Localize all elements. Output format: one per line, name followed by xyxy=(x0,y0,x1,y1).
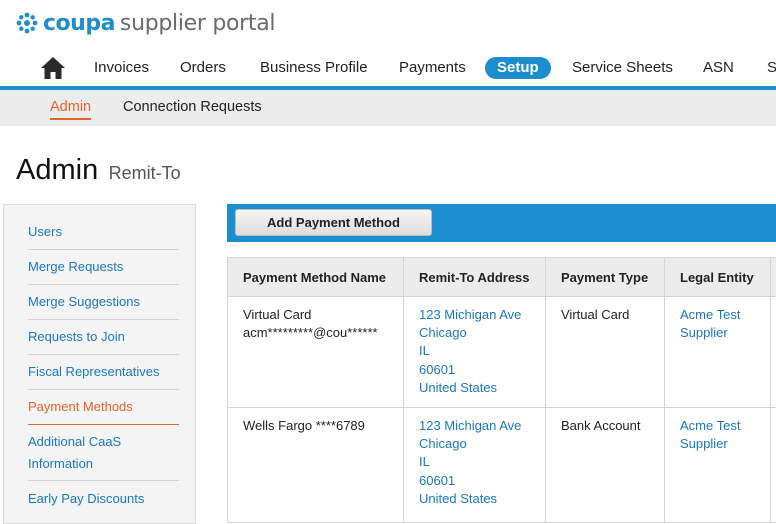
legal-entity-link-continued[interactable]: Supplier xyxy=(680,435,770,453)
sidebar-item-merge-requests[interactable]: Merge Requests xyxy=(28,256,179,285)
payment-type: Bank Account xyxy=(561,417,664,435)
cell-remit-to-address: 123 Michigan Ave Chicago IL 60601 United… xyxy=(404,297,546,408)
nav-orders[interactable]: Orders xyxy=(168,57,238,79)
table-header-row: Payment Method Name Remit-To Address Pay… xyxy=(228,258,776,297)
payment-method-masked-email: acm*********@cou****** xyxy=(243,324,403,342)
payment-method-name: Virtual Card xyxy=(243,306,403,324)
page-title: Admin Remit-To xyxy=(16,154,181,187)
nav-service-sheets[interactable]: Service Sheets xyxy=(560,57,685,79)
admin-sidebar: Users Merge Requests Merge Suggestions R… xyxy=(3,204,196,524)
legal-entity-link-continued[interactable]: Supplier xyxy=(680,324,770,342)
cell-payment-method-name: Wells Fargo ****6789 xyxy=(228,408,404,523)
address-city-link[interactable]: Chicago xyxy=(419,435,545,453)
sidebar-item-users[interactable]: Users xyxy=(28,221,179,250)
address-zip-link[interactable]: 60601 xyxy=(419,361,545,379)
subnav-connection-requests[interactable]: Connection Requests xyxy=(123,98,262,116)
column-header-payment-method-name[interactable]: Payment Method Name xyxy=(228,258,404,297)
home-icon[interactable] xyxy=(40,56,66,80)
add-payment-method-button[interactable]: Add Payment Method xyxy=(235,209,432,236)
sidebar-item-fiscal-representatives[interactable]: Fiscal Representatives xyxy=(28,361,179,390)
page-title-main: Admin xyxy=(16,154,98,186)
cell-payment-type: Virtual Card xyxy=(546,297,665,408)
column-header-overflow xyxy=(771,258,776,297)
nav-business-profile[interactable]: Business Profile xyxy=(248,57,380,79)
logo-brand-text: coupa xyxy=(43,11,115,36)
sidebar-item-additional-caas-information[interactable]: Additional CaaS Information xyxy=(28,431,179,481)
cell-legal-entity: Acme Test Supplier xyxy=(665,408,771,523)
nav-payments[interactable]: Payments xyxy=(387,57,478,79)
address-zip-link[interactable]: 60601 xyxy=(419,472,545,490)
sidebar-item-payment-methods[interactable]: Payment Methods xyxy=(28,396,179,425)
nav-setup[interactable]: Setup xyxy=(485,57,551,79)
top-navigation: Invoices Orders Business Profile Payment… xyxy=(0,52,776,84)
address-street-link[interactable]: 123 Michigan Ave xyxy=(419,417,545,435)
nav-invoices[interactable]: Invoices xyxy=(82,57,161,79)
column-header-payment-type[interactable]: Payment Type xyxy=(546,258,665,297)
table-row: Virtual Card acm*********@cou****** 123 … xyxy=(228,297,776,408)
address-country-link[interactable]: United States xyxy=(419,379,545,397)
address-country-link[interactable]: United States xyxy=(419,490,545,508)
action-bar: Add Payment Method xyxy=(227,204,776,242)
address-state-link[interactable]: IL xyxy=(419,453,545,471)
address-city-link[interactable]: Chicago xyxy=(419,324,545,342)
table-row: Wells Fargo ****6789 123 Michigan Ave Ch… xyxy=(228,408,776,523)
legal-entity-link[interactable]: Acme Test xyxy=(680,417,770,435)
address-state-link[interactable]: IL xyxy=(419,342,545,360)
nav-asn[interactable]: ASN xyxy=(691,57,746,79)
nav-overflow-item[interactable]: S xyxy=(755,57,776,79)
payment-methods-table: Payment Method Name Remit-To Address Pay… xyxy=(227,257,776,523)
cell-remit-to-address: 123 Michigan Ave Chicago IL 60601 United… xyxy=(404,408,546,523)
payment-method-name: Wells Fargo ****6789 xyxy=(243,417,403,435)
sub-navigation: Admin Connection Requests xyxy=(0,90,776,126)
column-header-legal-entity[interactable]: Legal Entity xyxy=(665,258,771,297)
cell-legal-entity: Acme Test Supplier xyxy=(665,297,771,408)
sidebar-item-merge-suggestions[interactable]: Merge Suggestions xyxy=(28,291,179,320)
address-street-link[interactable]: 123 Michigan Ave xyxy=(419,306,545,324)
column-header-remit-to-address[interactable]: Remit-To Address xyxy=(404,258,546,297)
payment-type: Virtual Card xyxy=(561,306,664,324)
legal-entity-link[interactable]: Acme Test xyxy=(680,306,770,324)
page-title-subtitle: Remit-To xyxy=(109,163,181,183)
cell-overflow xyxy=(771,408,776,523)
cell-overflow xyxy=(771,297,776,408)
coupa-logo[interactable]: coupa supplier portal xyxy=(16,8,275,38)
cell-payment-type: Bank Account xyxy=(546,408,665,523)
sidebar-item-requests-to-join[interactable]: Requests to Join xyxy=(28,326,179,355)
cell-payment-method-name: Virtual Card acm*********@cou****** xyxy=(228,297,404,408)
coupa-snowflake-icon xyxy=(16,12,38,34)
logo-product-text: supplier portal xyxy=(120,11,275,36)
subnav-admin[interactable]: Admin xyxy=(50,98,91,116)
